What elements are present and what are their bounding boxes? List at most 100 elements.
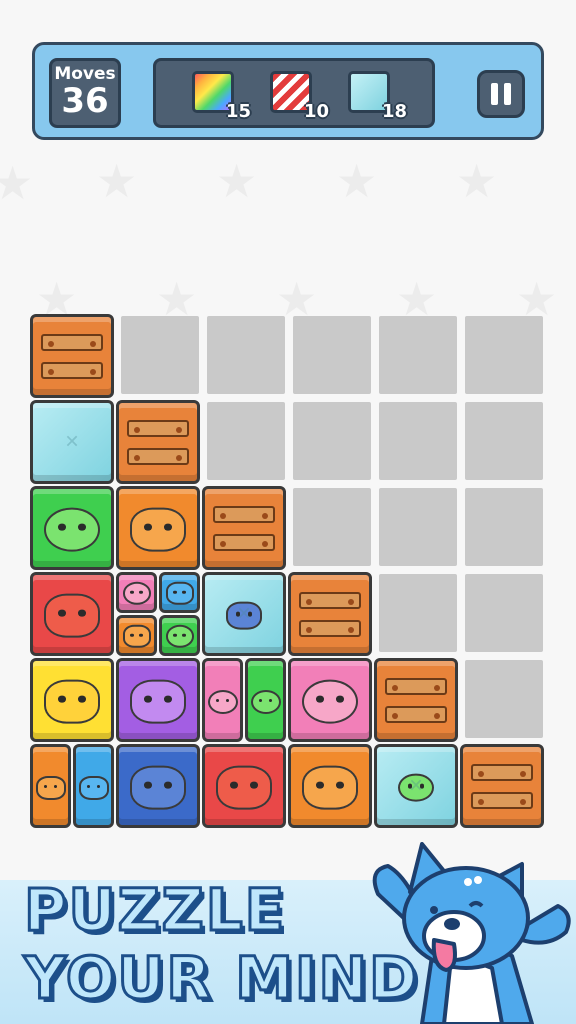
frog-face-icon — [165, 624, 194, 648]
ice-crack-icon: ✕ — [408, 775, 424, 797]
eye — [258, 698, 263, 703]
crate-plank — [126, 420, 190, 438]
cat-tile[interactable] — [30, 658, 114, 742]
pig-face-icon — [122, 581, 151, 605]
cat-face-icon — [44, 679, 100, 724]
crate-plank — [212, 534, 276, 552]
eye — [173, 633, 177, 637]
husky-half-tile[interactable] — [73, 744, 114, 828]
empty-board-cell — [465, 488, 543, 566]
crate-plank — [470, 764, 534, 782]
hamster-face-icon — [130, 507, 186, 552]
empty-board-cell — [379, 316, 457, 394]
penguin-face-icon — [130, 765, 186, 810]
eye — [130, 590, 134, 594]
red-panda-tile[interactable] — [202, 744, 286, 828]
eye — [164, 781, 172, 789]
shiba-dog-mascot — [372, 842, 571, 1024]
star-decoration: ★ — [96, 154, 138, 208]
hamster-face-icon — [35, 775, 66, 800]
ice-crack-icon: ✕ — [236, 603, 252, 625]
ice-block-tile[interactable]: ✕ — [30, 400, 114, 484]
eye — [316, 695, 324, 703]
eye — [53, 784, 58, 789]
empty-board-cell — [207, 316, 285, 394]
eye — [144, 781, 152, 789]
goal-striped-count: 10 — [304, 101, 330, 122]
slogan-line-1: PUZZLE — [22, 875, 287, 946]
crate-plank — [384, 706, 448, 724]
eye — [144, 695, 152, 703]
eye — [58, 609, 66, 617]
crate-plank — [470, 792, 534, 810]
empty-board-cell — [207, 402, 285, 480]
eye — [144, 523, 152, 531]
goals-panel: 15 10 18 — [153, 58, 435, 128]
frog-face-icon — [44, 507, 100, 552]
eye — [316, 781, 324, 789]
frog-half-tile[interactable] — [245, 658, 286, 742]
husky-face-icon — [78, 775, 109, 800]
chick-tile[interactable] — [116, 658, 200, 742]
hamster-half-tile[interactable] — [30, 744, 71, 828]
crate-plank — [298, 592, 362, 610]
goal-rainbow-count: 15 — [226, 101, 252, 122]
eye — [164, 523, 172, 531]
red-panda-face-icon — [44, 593, 100, 638]
eye — [173, 590, 177, 594]
wooden-crate-tile[interactable] — [116, 400, 200, 484]
husky-face-icon — [165, 581, 194, 605]
pig-tile[interactable] — [288, 658, 372, 742]
goal-ice: 18 — [348, 71, 410, 122]
star-decoration: ★ — [0, 156, 34, 210]
empty-board-cell — [465, 660, 543, 738]
eye — [78, 609, 86, 617]
star-decoration: ★ — [456, 154, 498, 208]
goal-striped: 10 — [270, 71, 332, 122]
empty-board-cell — [293, 316, 371, 394]
penguin-tile[interactable] — [116, 744, 200, 828]
empty-board-cell — [379, 488, 457, 566]
hamster-tile[interactable] — [116, 486, 200, 570]
eye — [268, 698, 273, 703]
eye — [139, 633, 143, 637]
ice-block-tile[interactable]: ✕ — [374, 744, 458, 828]
empty-board-cell — [465, 402, 543, 480]
wooden-crate-tile[interactable] — [460, 744, 544, 828]
empty-board-cell — [465, 316, 543, 394]
red-panda-face-icon — [216, 765, 272, 810]
eye — [78, 695, 86, 703]
eye — [86, 784, 91, 789]
chick-face-icon — [130, 679, 186, 724]
slogan-line-2: YOUR MIND — [22, 943, 420, 1014]
wooden-crate-tile[interactable] — [30, 314, 114, 398]
wooden-crate-tile[interactable] — [202, 486, 286, 570]
eye — [130, 633, 134, 637]
pig-mini-tile[interactable] — [116, 572, 157, 613]
pig-half-tile[interactable] — [202, 658, 243, 742]
pause-button[interactable] — [477, 70, 525, 118]
wooden-crate-tile[interactable] — [374, 658, 458, 742]
crate-plank — [40, 362, 104, 380]
frog-mini-tile[interactable] — [159, 615, 200, 656]
empty-board-cell — [121, 316, 199, 394]
red-panda-tile[interactable] — [30, 572, 114, 656]
crate-plank — [126, 448, 190, 466]
eye — [78, 523, 86, 531]
hamster-tile[interactable] — [288, 744, 372, 828]
eye — [164, 695, 172, 703]
empty-board-cell — [379, 574, 457, 652]
husky-mini-tile[interactable] — [159, 572, 200, 613]
pig-face-icon — [302, 679, 358, 724]
hamster-mini-tile[interactable] — [116, 615, 157, 656]
wooden-crate-tile[interactable] — [288, 572, 372, 656]
hamster-face-icon — [122, 624, 151, 648]
eye — [250, 781, 258, 789]
eye — [182, 590, 186, 594]
frog-tile[interactable] — [30, 486, 114, 570]
eye — [336, 781, 344, 789]
star-decoration: ★ — [336, 154, 378, 208]
eye — [230, 781, 238, 789]
ice-block-tile[interactable]: ✕ — [202, 572, 286, 656]
eye — [43, 784, 48, 789]
